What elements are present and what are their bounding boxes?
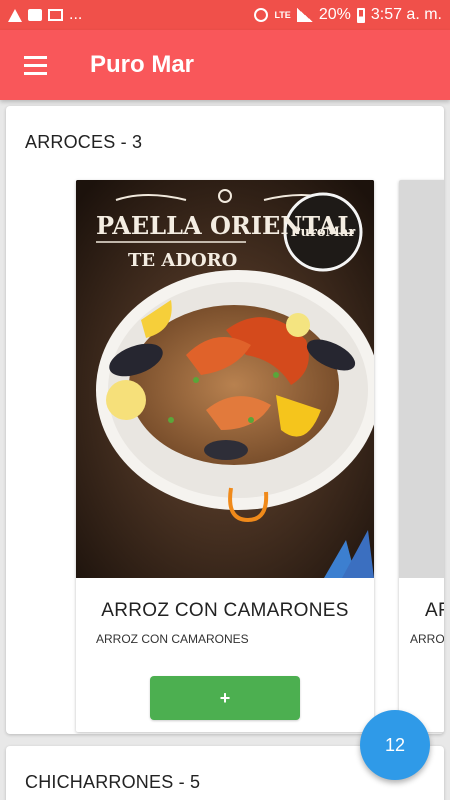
status-right: LTE 20% 3:57 a. m.: [254, 6, 442, 24]
product-name: ARROZ CON CAMARONES: [101, 600, 349, 621]
status-left: ...: [8, 6, 82, 24]
cart-count-button[interactable]: 12: [360, 710, 430, 780]
product-card[interactable]: PAELLA ORIENTAL TE ADORO PuroMar ARROZ C…: [76, 180, 374, 732]
section-title: ARROCES - 3: [25, 132, 143, 152]
add-to-cart-button[interactable]: +: [150, 676, 300, 720]
app-bar: Puro Mar: [0, 30, 450, 100]
status-overflow: ...: [69, 6, 83, 23]
app-title: Puro Mar: [90, 51, 195, 78]
status-bar: ... LTE 20% 3:57 a. m.: [0, 0, 450, 30]
signal-icon: [296, 8, 313, 22]
product-name: AR: [425, 600, 444, 621]
warning-icon: [8, 8, 22, 22]
hamburger-menu-icon[interactable]: [0, 30, 70, 100]
mail-icon: [48, 9, 63, 21]
message-icon: [28, 9, 42, 21]
battery-icon: [356, 7, 365, 23]
product-image[interactable]: [399, 180, 444, 578]
menu-content[interactable]: ARROCES - 3 PAELLA ORIENTAL TE ADORO Pur…: [0, 100, 450, 800]
lte-label: LTE: [274, 9, 291, 20]
image-subtitle-text: TE ADORO: [128, 250, 237, 271]
section-title: CHICHARRONES - 5: [25, 772, 201, 792]
battery-percent: 20%: [318, 6, 351, 23]
alarm-icon: [254, 8, 269, 22]
product-card[interactable]: AR ARROZ: [399, 180, 444, 732]
image-logo-text: PuroMar: [291, 225, 356, 240]
paella-image: PAELLA ORIENTAL TE ADORO PuroMar: [76, 180, 374, 578]
product-image[interactable]: PAELLA ORIENTAL TE ADORO PuroMar: [76, 180, 374, 578]
product-description: ARROZ: [410, 632, 444, 646]
clock: 3:57 a. m.: [370, 6, 442, 23]
category-section-arroces: ARROCES - 3 PAELLA ORIENTAL TE ADORO Pur…: [6, 106, 444, 734]
product-description: ARROZ CON CAMARONES: [96, 632, 249, 646]
